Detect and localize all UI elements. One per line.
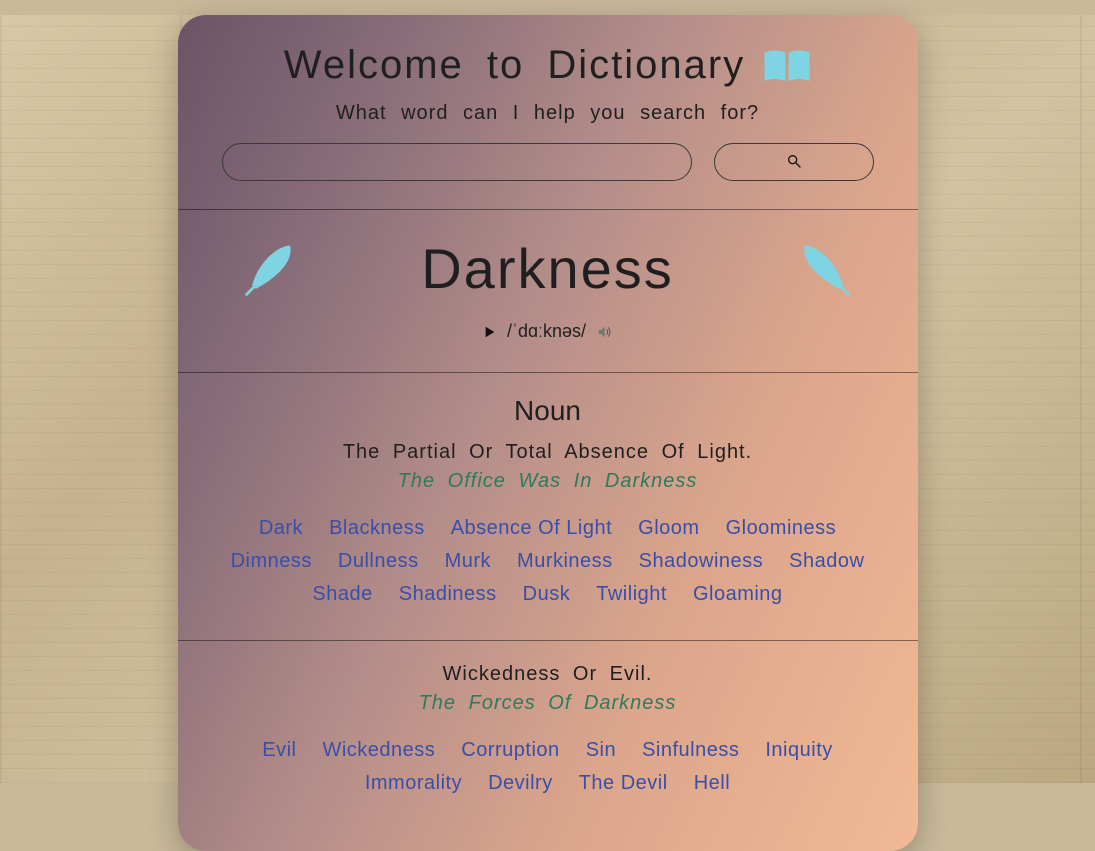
part-of-speech: Noun bbox=[208, 395, 888, 427]
synonym-list: Evil Wickedness Corruption Sin Sinfulness Ini… bbox=[208, 739, 888, 795]
definition: The Partial Or Total Absence Of Light. bbox=[208, 441, 888, 464]
synonym-link[interactable]: Shadow bbox=[789, 550, 864, 573]
search-button[interactable] bbox=[714, 143, 874, 181]
synonym-link[interactable]: Dusk bbox=[523, 583, 571, 606]
synonym-link[interactable]: Gloaming bbox=[693, 583, 783, 606]
synonym-link[interactable]: Twilight bbox=[596, 583, 667, 606]
synonym-link[interactable]: Murk bbox=[445, 550, 491, 573]
synonym-link[interactable]: Evil bbox=[262, 739, 296, 762]
synonym-link[interactable]: Dullness bbox=[338, 550, 419, 573]
synonym-link[interactable]: Immorality bbox=[365, 772, 462, 795]
feather-icon-left bbox=[243, 240, 301, 298]
synonym-link[interactable]: Blackness bbox=[329, 517, 425, 540]
definition: Wickedness Or Evil. bbox=[208, 663, 888, 686]
synonym-link[interactable]: Dark bbox=[259, 517, 303, 540]
synonym-link[interactable]: Shadiness bbox=[399, 583, 497, 606]
synonym-link[interactable]: Shadowiness bbox=[639, 550, 763, 573]
synonym-list: Dark Blackness Absence Of Light Gloom Gloomi… bbox=[208, 517, 888, 606]
synonym-link[interactable]: Devilry bbox=[488, 772, 553, 795]
dictionary-card: Welcome to Dictionary What word can I he… bbox=[178, 15, 918, 851]
book-icon bbox=[763, 46, 811, 86]
synonym-link[interactable]: Sinfulness bbox=[642, 739, 739, 762]
volume-icon[interactable] bbox=[596, 324, 612, 340]
search-row bbox=[208, 143, 888, 181]
search-icon bbox=[786, 153, 802, 172]
synonym-link[interactable]: Murkiness bbox=[517, 550, 613, 573]
senses: Noun The Partial Or Total Absence Of Ligh… bbox=[178, 373, 918, 821]
play-icon[interactable] bbox=[483, 325, 497, 339]
search-input[interactable] bbox=[222, 143, 692, 181]
synonym-link[interactable]: Iniquity bbox=[765, 739, 832, 762]
subtitle: What word can I help you search for? bbox=[208, 102, 888, 125]
synonym-link[interactable]: Shade bbox=[312, 583, 372, 606]
synonym-link[interactable]: Gloominess bbox=[726, 517, 837, 540]
synonym-link[interactable]: Hell bbox=[694, 772, 730, 795]
synonym-link[interactable]: Gloom bbox=[638, 517, 699, 540]
sense-block: Noun The Partial Or Total Absence Of Ligh… bbox=[178, 373, 918, 632]
pronunciation-text: /ˈdɑːknəs/ bbox=[507, 321, 586, 342]
synonym-link[interactable]: Dimness bbox=[231, 550, 312, 573]
header: Welcome to Dictionary What word can I he… bbox=[178, 43, 918, 201]
synonym-link[interactable]: Wickedness bbox=[322, 739, 435, 762]
example: The Forces Of Darkness bbox=[208, 692, 888, 715]
example: The Office Was In Darkness bbox=[208, 470, 888, 493]
synonym-link[interactable]: The Devil bbox=[579, 772, 668, 795]
feather-icon-right bbox=[794, 240, 852, 298]
synonym-link[interactable]: Absence Of Light bbox=[451, 517, 612, 540]
synonym-link[interactable]: Sin bbox=[586, 739, 616, 762]
word-row: Darkness bbox=[208, 236, 888, 301]
word-block: Darkness /ˈdɑːknəs/ bbox=[178, 210, 918, 364]
sense-block: Wickedness Or Evil. The Forces Of Darknes… bbox=[178, 641, 918, 821]
headword: Darkness bbox=[421, 236, 674, 301]
pronunciation-row: /ˈdɑːknəs/ bbox=[208, 321, 888, 342]
title-row: Welcome to Dictionary bbox=[208, 43, 888, 88]
synonym-link[interactable]: Corruption bbox=[461, 739, 559, 762]
page-title: Welcome to Dictionary bbox=[284, 43, 745, 88]
